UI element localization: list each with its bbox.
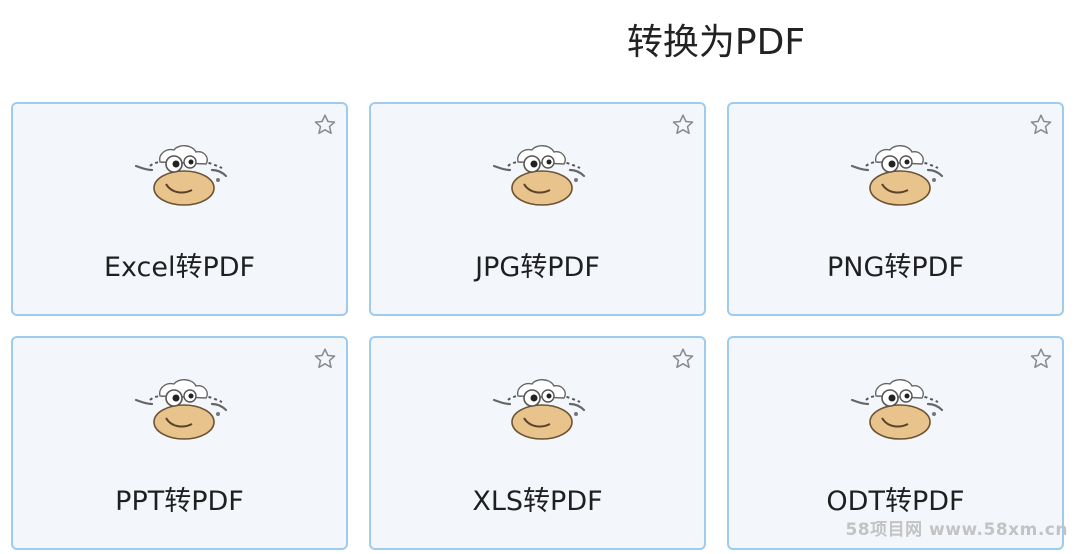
page-title: 转换为PDF: [626, 22, 806, 63]
card-label: Excel转PDF: [103, 252, 256, 283]
mascot-icon: [130, 374, 230, 446]
page: 转换为PDF Excel转PDF JPG转PDF PNG转PDF PPT转PDF…: [0, 0, 1080, 554]
card-label: XLS转PDF: [472, 486, 603, 517]
mascot-icon: [846, 374, 946, 446]
converter-card-ppt-pdf[interactable]: PPT转PDF: [11, 336, 348, 550]
card-label: PNG转PDF: [826, 252, 964, 283]
star-icon[interactable]: [313, 347, 337, 371]
card-label: JPG转PDF: [475, 252, 600, 283]
mascot-icon: [846, 140, 946, 212]
card-label: PPT转PDF: [115, 486, 244, 517]
star-icon[interactable]: [671, 347, 695, 371]
converter-grid: Excel转PDF JPG转PDF PNG转PDF PPT转PDF XLS转PD…: [11, 102, 1065, 550]
converter-card-xls-pdf[interactable]: XLS转PDF: [369, 336, 706, 550]
mascot-icon: [488, 140, 588, 212]
converter-card-png-pdf[interactable]: PNG转PDF: [727, 102, 1064, 316]
star-icon[interactable]: [1029, 347, 1053, 371]
star-icon[interactable]: [1029, 113, 1053, 137]
star-icon[interactable]: [671, 113, 695, 137]
mascot-icon: [130, 140, 230, 212]
converter-card-jpg-pdf[interactable]: JPG转PDF: [369, 102, 706, 316]
converter-card-excel-pdf[interactable]: Excel转PDF: [11, 102, 348, 316]
mascot-icon: [488, 374, 588, 446]
watermark: 58项目网 www.58xm.cn: [845, 520, 1068, 540]
star-icon[interactable]: [313, 113, 337, 137]
